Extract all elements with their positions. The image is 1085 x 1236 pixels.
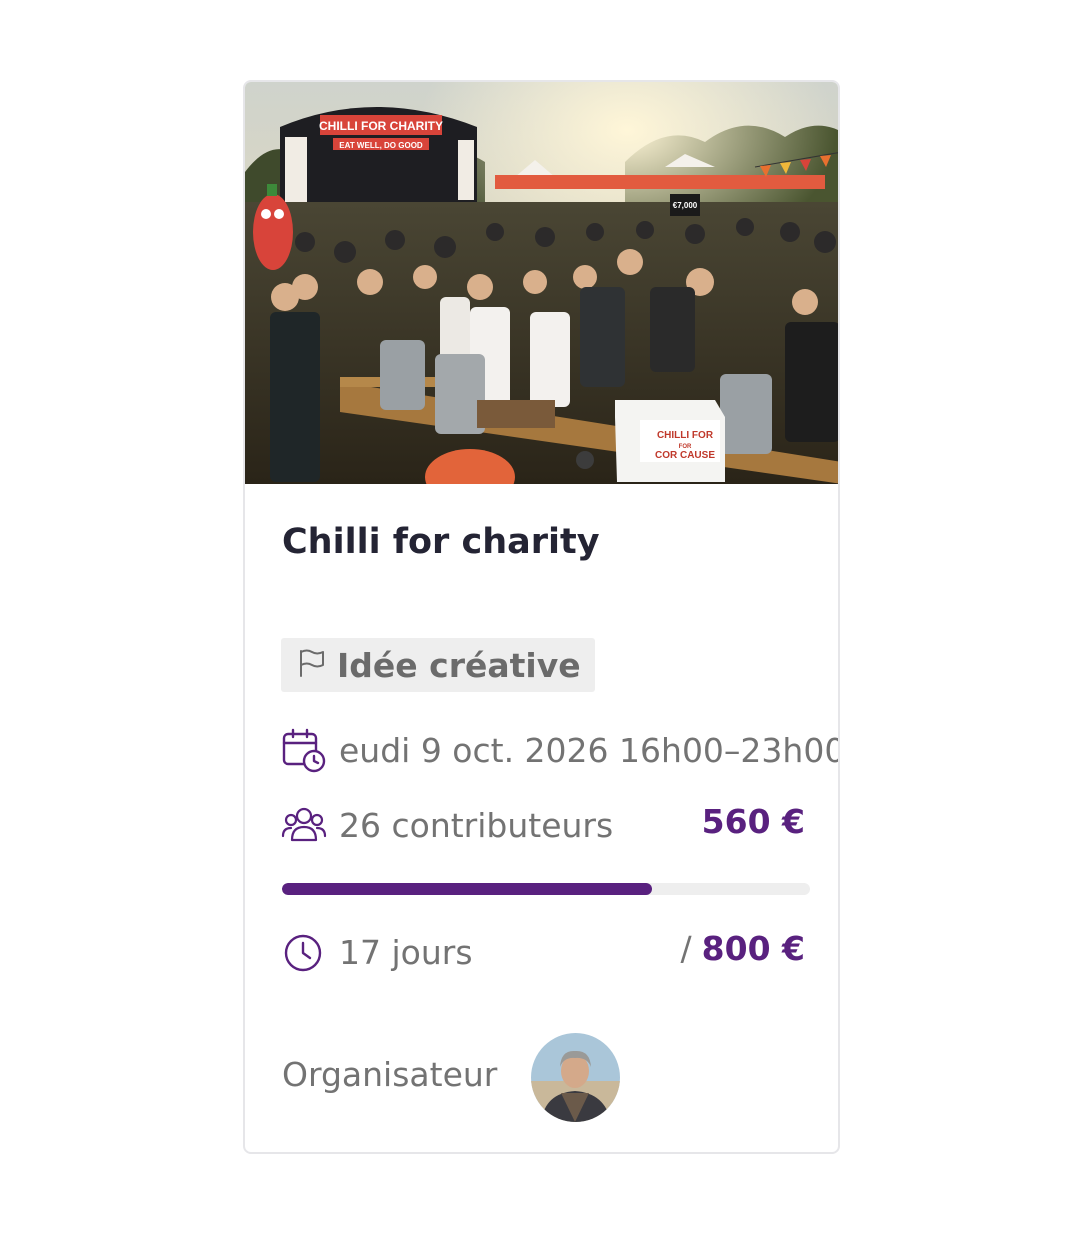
contributors: 26 contributeurs (281, 802, 613, 848)
category-badge: Idée créative (281, 638, 595, 692)
box-label-line3: COR CAUSE (655, 450, 715, 461)
goal-amount-value: 800 € (701, 929, 805, 968)
clock-icon (281, 929, 327, 975)
flag-icon (295, 647, 327, 683)
goal-amount: /800 € (681, 929, 805, 968)
event-date-text: eudi 9 oct. 2026 16h00–23h00 (339, 730, 840, 770)
raised-amount: 560 € (701, 802, 805, 841)
stage-banner-text: CHILLI FOR CHARITY (319, 119, 443, 133)
stage-subbanner-text: EAT WELL, DO GOOD (339, 141, 423, 150)
users-icon (281, 802, 327, 848)
campaign-title[interactable]: Chilli for charity (282, 522, 600, 562)
organizer-avatar[interactable] (531, 1033, 620, 1122)
campaign-card[interactable]: CHILLI FOR CHARITY EAT WELL, DO GOOD CHI… (243, 80, 840, 1154)
days-remaining-text: 17 jours (339, 932, 473, 972)
campaign-photo: CHILLI FOR CHARITY EAT WELL, DO GOOD CHI… (245, 82, 838, 484)
calendar-clock-icon (281, 727, 327, 773)
funding-progress-fill (282, 883, 652, 895)
goal-separator: / (680, 929, 692, 968)
organizer-label: Organisateur (282, 1055, 498, 1094)
event-date: eudi 9 oct. 2026 16h00–23h00 (281, 727, 840, 773)
days-remaining: 17 jours (281, 929, 473, 975)
funding-progress-bar (282, 883, 810, 895)
sign-label: €7,000 (673, 201, 698, 210)
category-badge-label: Idée créative (337, 645, 581, 685)
box-label-line1: CHILLI FOR (657, 430, 714, 441)
contributors-count: 26 contributeurs (339, 805, 614, 845)
